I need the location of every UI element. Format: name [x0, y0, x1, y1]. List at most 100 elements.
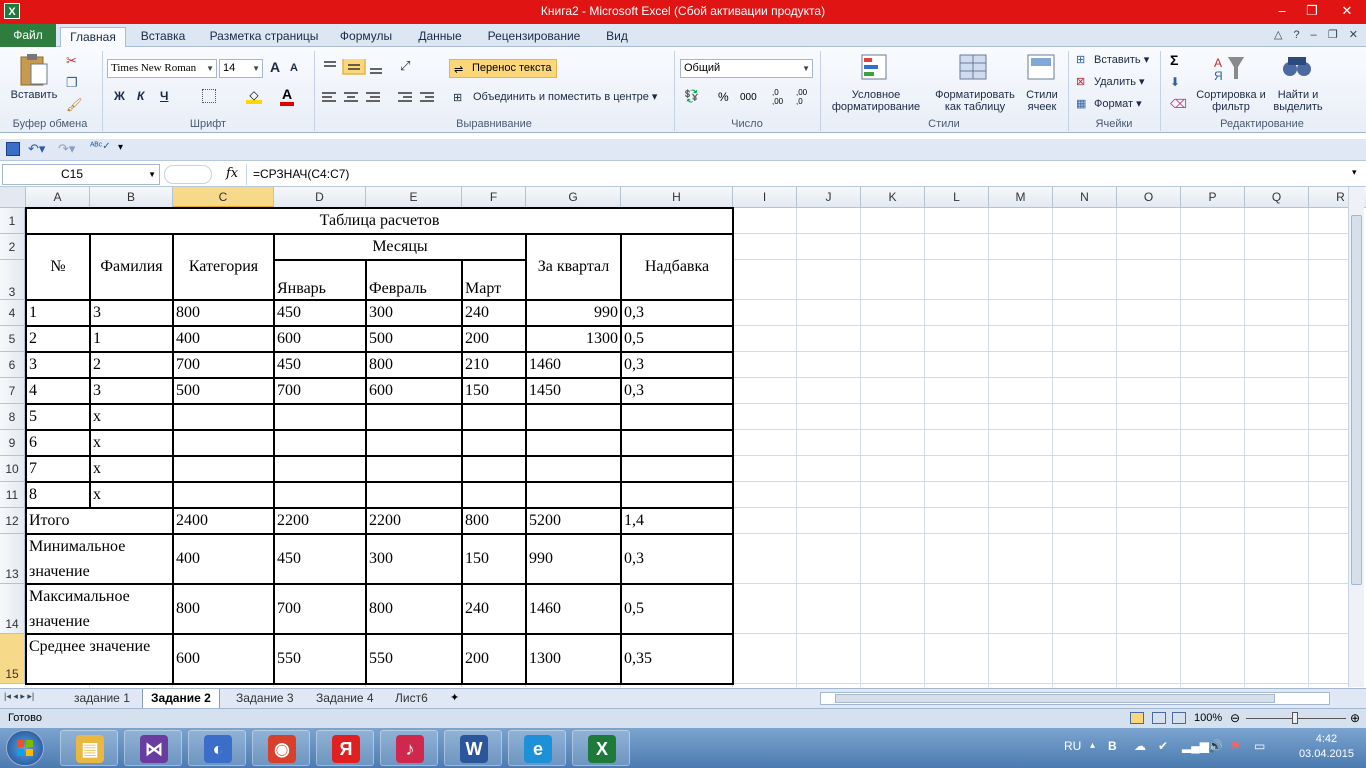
data-cell[interactable]: 450 [274, 300, 366, 326]
header-quarter[interactable]: За квартал [526, 234, 621, 300]
taskbar-app-media[interactable]: ◐ [188, 730, 246, 766]
row-header-14[interactable]: 14 [0, 584, 25, 634]
row-header-9[interactable]: 9 [0, 430, 25, 456]
minimize-button[interactable]: – [1268, 0, 1296, 22]
data-cell[interactable]: 8 [26, 482, 90, 508]
tab-data[interactable]: Данные [410, 27, 470, 47]
total-row-value[interactable]: 2200 [366, 508, 462, 534]
min-row-value[interactable]: 0,3 [621, 534, 733, 584]
format-cells-button[interactable]: ▦ Формат ▾ [1076, 97, 1142, 111]
data-cell[interactable]: 5 [26, 404, 90, 430]
tray-alert-icon[interactable]: ⚑ [1230, 739, 1241, 753]
data-cell[interactable]: x [90, 404, 173, 430]
data-cell[interactable]: 990 [526, 300, 621, 326]
sort-filter-button[interactable]: Сортировка и фильтр [1196, 89, 1266, 113]
data-cell[interactable] [173, 404, 274, 430]
data-cell[interactable] [366, 456, 462, 482]
zoom-level[interactable]: 100% [1194, 712, 1222, 724]
row-header-2[interactable]: 2 [0, 234, 25, 260]
borders-icon[interactable] [202, 89, 216, 103]
column-header-m[interactable]: M [989, 187, 1053, 208]
data-cell[interactable]: 600 [366, 378, 462, 404]
data-cell[interactable] [462, 456, 526, 482]
sheet-tab[interactable]: Лист6 [395, 689, 428, 708]
header-number[interactable]: № [26, 234, 90, 300]
data-cell[interactable]: 150 [462, 378, 526, 404]
clock[interactable]: 4:42 03.04.2015 [1299, 732, 1354, 762]
data-cell[interactable] [526, 456, 621, 482]
column-header-j[interactable]: J [797, 187, 861, 208]
delete-cells-button[interactable]: ⊠ Удалить ▾ [1076, 75, 1145, 89]
undo-icon[interactable]: ↶▾ [28, 141, 45, 157]
sheet-tab[interactable]: Задание 4 [316, 689, 374, 708]
data-cell[interactable]: 800 [173, 300, 274, 326]
data-cell[interactable]: 6 [26, 430, 90, 456]
total-row-value[interactable]: 5200 [526, 508, 621, 534]
header-category[interactable]: Категория [173, 234, 274, 300]
data-cell[interactable]: 700 [274, 378, 366, 404]
data-cell[interactable]: 7 [26, 456, 90, 482]
format-table-button[interactable]: Форматировать как таблицу [930, 89, 1020, 113]
max-row-label[interactable]: Максимальное значение [26, 584, 173, 634]
data-cell[interactable] [621, 456, 733, 482]
shrink-font-icon[interactable]: A [290, 62, 298, 74]
data-cell[interactable] [274, 404, 366, 430]
tab-review[interactable]: Рецензирование [480, 27, 588, 47]
font-color-icon[interactable]: A [280, 86, 294, 106]
spellcheck-icon[interactable]: ᴬᴮᶜ✓ [90, 141, 111, 152]
avg-row-value[interactable]: 1300 [526, 634, 621, 684]
header-february[interactable]: Февраль [366, 260, 462, 300]
max-row-value[interactable]: 1460 [526, 584, 621, 634]
avg-row-value[interactable]: 550 [274, 634, 366, 684]
row-header-15[interactable]: 15 [0, 634, 25, 684]
data-cell[interactable]: 200 [462, 326, 526, 352]
row-header-8[interactable]: 8 [0, 404, 25, 430]
italic-button[interactable]: К [137, 89, 144, 103]
data-cell[interactable]: x [90, 482, 173, 508]
data-cell[interactable] [366, 404, 462, 430]
save-icon[interactable] [6, 142, 20, 156]
data-cell[interactable] [462, 404, 526, 430]
min-row-label[interactable]: Минимальное значение [26, 534, 173, 584]
row-header-1[interactable]: 1 [0, 208, 25, 234]
data-cell[interactable]: 600 [274, 326, 366, 352]
max-row-value[interactable]: 0,5 [621, 584, 733, 634]
formula-bar-expand-icon[interactable]: ▾ [1352, 167, 1357, 178]
new-sheet-icon[interactable]: ✦ [450, 691, 459, 704]
format-table-icon[interactable] [958, 53, 990, 83]
avg-row-label[interactable]: Среднее значение [26, 634, 173, 684]
taskbar-app-chrome[interactable]: ◉ [252, 730, 310, 766]
row-header-3[interactable]: 3 [0, 260, 25, 300]
normal-view-icon[interactable] [1130, 712, 1144, 724]
data-cell[interactable]: 1450 [526, 378, 621, 404]
vertical-scroll-thumb[interactable] [1351, 215, 1362, 585]
data-cell[interactable]: x [90, 456, 173, 482]
row-header-12[interactable]: 12 [0, 508, 25, 534]
cut-icon[interactable]: ✂ [66, 53, 77, 69]
ribbon-collapse-icon[interactable]: △ [1274, 29, 1282, 41]
tray-b-icon[interactable]: B [1108, 739, 1117, 753]
min-row-value[interactable]: 300 [366, 534, 462, 584]
sort-filter-icon[interactable]: А Я [1212, 53, 1246, 83]
conditional-format-icon[interactable] [860, 53, 892, 83]
header-january[interactable]: Январь [274, 260, 366, 300]
zoom-out-icon[interactable]: ⊖ [1230, 711, 1240, 725]
clear-icon[interactable]: ⌫ [1170, 97, 1187, 111]
data-cell[interactable]: 4 [26, 378, 90, 404]
tab-formulas[interactable]: Формулы [334, 27, 398, 47]
insert-function-button[interactable]: fx [226, 166, 238, 181]
volume-icon[interactable]: 🔊 [1208, 739, 1223, 753]
copy-icon[interactable]: ❐ [66, 75, 78, 91]
data-cell[interactable]: 0,5 [621, 326, 733, 352]
data-cell[interactable]: x [90, 430, 173, 456]
data-cell[interactable] [526, 482, 621, 508]
font-size-combo[interactable]: 14 ▼ [219, 59, 263, 78]
data-cell[interactable]: 1 [26, 300, 90, 326]
tab-file[interactable]: Файл [0, 24, 56, 47]
column-header-p[interactable]: P [1181, 187, 1245, 208]
min-row-value[interactable]: 400 [173, 534, 274, 584]
font-name-combo[interactable]: Times New Roman ▼ [107, 59, 217, 78]
min-row-value[interactable]: 150 [462, 534, 526, 584]
row-header-7[interactable]: 7 [0, 378, 25, 404]
data-cell[interactable]: 210 [462, 352, 526, 378]
